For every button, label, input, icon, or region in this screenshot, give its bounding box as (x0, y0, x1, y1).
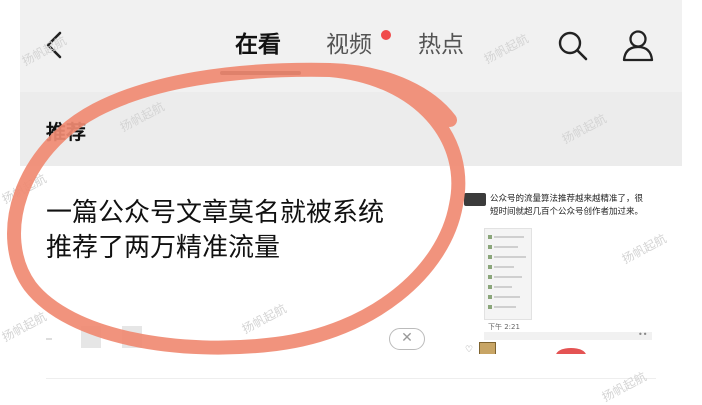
article-card[interactable]: 一篇公众号文章莫名就被系统 推荐了两万精准流量 ✕ 公众号的流量算法推荐越来越精… (20, 166, 682, 405)
thumbnail-bar (484, 332, 652, 340)
thumbnail-caption-line-2: 短时间就超几百个公众号创作者加过来。 (490, 207, 644, 217)
heart-icon: ♡ (465, 345, 474, 354)
section-label: 推荐 (46, 120, 86, 144)
right-margin (682, 0, 702, 405)
top-nav-bar: 在看 视频 热点 (20, 0, 682, 92)
search-icon[interactable] (557, 30, 589, 62)
card-divider (46, 378, 656, 379)
article-feed-screen: 在看 视频 热点 推荐 一篇公众号文章莫名就被系统 推荐了两万精准流量 ✕ 公众… (0, 0, 702, 405)
tab-following[interactable]: 在看 (235, 30, 281, 60)
user-icon[interactable] (621, 28, 655, 62)
tab-video[interactable]: 视频 (326, 30, 372, 60)
red-button-partial (556, 348, 586, 354)
meta-marker (46, 338, 52, 340)
thumbnail-chat-screenshot (484, 228, 532, 320)
close-icon: ✕ (401, 330, 413, 346)
active-tab-indicator (220, 71, 301, 75)
thumbnail-avatar (464, 193, 486, 206)
article-title-line-2: 推荐了两万精准流量 (46, 233, 281, 263)
thumbnail-image (479, 342, 496, 354)
thumbnail-caption-line-1: 公众号的流量算法推荐越来越精准了，很 (490, 194, 644, 204)
thumbnail-time: 下午 2:21 (488, 323, 520, 331)
source-avatar (81, 326, 101, 348)
dismiss-button[interactable]: ✕ (389, 328, 425, 350)
article-title-line-1: 一篇公众号文章莫名就被系统 (46, 198, 385, 228)
source-avatar-secondary (122, 326, 142, 348)
notification-dot (381, 30, 391, 40)
tab-hot[interactable]: 热点 (418, 30, 464, 60)
thumbnail-caption: 公众号的流量算法推荐越来越精准了，很 短时间就超几百个公众号创作者加过来。 (490, 193, 652, 219)
article-thumbnail[interactable]: 公众号的流量算法推荐越来越精准了，很 短时间就超几百个公众号创作者加过来。 下午… (462, 182, 652, 354)
more-icon: •• (638, 330, 648, 339)
article-title[interactable]: 一篇公众号文章莫名就被系统 推荐了两万精准流量 (46, 196, 446, 266)
